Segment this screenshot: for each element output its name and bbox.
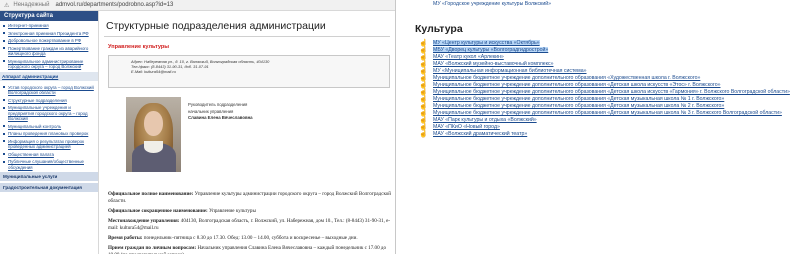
list-item[interactable]: ☝ МАУ «Парк культуры и отдыха «Волжский» — [397, 117, 800, 124]
title-divider — [104, 36, 390, 37]
page-title: Структурные подразделения администрации — [106, 20, 326, 32]
list-item[interactable]: ☝ МАУ «Театр кукол «Арлекин» — [397, 54, 800, 61]
hand-pointer-icon: ☝ — [419, 103, 428, 110]
role-line: Руководитель подразделения — [188, 102, 248, 107]
list-item[interactable]: ☝ МБУ «Дворец культуры «Волгоградгидростр… — [397, 47, 800, 54]
hand-pointer-icon: ☝ — [419, 89, 428, 96]
info-paragraph: Официальное сокращенное наименование: Уп… — [108, 208, 256, 215]
sidebar-section-apparatus[interactable]: Аппарат администрации — [0, 71, 98, 81]
sidebar-item[interactable]: Добровольное пожертвование в РФ — [3, 38, 96, 44]
sidebar-item[interactable]: Планы проведения плановых проверок — [3, 131, 96, 137]
list-item[interactable]: ☝ Муниципальное бюджетное учреждение допо… — [397, 110, 800, 117]
head-name: Славина Елена Вячеславовна — [188, 115, 253, 121]
right-browser-pane: МУ «Городское учреждение культуры Волжск… — [397, 0, 800, 254]
list-item[interactable]: ☝ МУ «Муниципальная информационная библио… — [397, 68, 800, 75]
department-title: Управление культуры — [108, 44, 170, 50]
site-structure-sidebar: Структура сайта Интернет-приемная Электр… — [0, 11, 99, 254]
list-item[interactable]: ☝ МАУ «ПКиО «Новый город» — [397, 124, 800, 131]
left-browser-pane: ⚠ Ненадежный admvol.ru/departments/podro… — [0, 0, 396, 254]
list-item-cut[interactable]: МУ «Городское учреждение культуры Волжск… — [433, 1, 733, 6]
list-item[interactable]: ☝ МУ «Центр культуры и искусства «Октябрь… — [397, 40, 800, 47]
list-item[interactable]: ☝ Муниципальное бюджетное учреждение допо… — [397, 96, 800, 103]
main-content: Структурные подразделения администрации … — [104, 11, 394, 254]
head-photo — [126, 97, 181, 172]
list-item[interactable]: ☝ Муниципальное бюджетное учреждение допо… — [397, 82, 800, 89]
hand-pointer-icon: ☝ — [419, 54, 428, 61]
hand-pointer-icon: ☝ — [419, 47, 428, 54]
sidebar-item[interactable]: Муниципальные учреждения и предприятия г… — [3, 105, 96, 122]
hand-pointer-icon: ☝ — [419, 40, 428, 47]
security-label: Ненадежный — [13, 2, 50, 8]
sidebar-item[interactable]: Муниципальный контроль — [3, 124, 96, 130]
list-item[interactable]: ☝ МАУ «Волжский музейно-выставочный компл… — [397, 61, 800, 68]
contact-box: Адрес: Набережная ул., д. 10, г. Волжски… — [108, 55, 390, 88]
hand-pointer-icon: ☝ — [419, 117, 428, 124]
sidebar-item[interactable]: Структурные подразделения — [3, 98, 96, 104]
hand-pointer-icon: ☝ — [419, 96, 428, 103]
sidebar-list: Интернет-приемная Электронная приемная П… — [0, 21, 98, 70]
list-item[interactable]: ☝ Муниципальное бюджетное учреждение допо… — [397, 103, 800, 110]
url-text[interactable]: admvol.ru/departments/podrobno.asp?id=13 — [55, 2, 173, 8]
department-info: Официальное полное наименование: Управле… — [108, 191, 394, 254]
hand-pointer-icon: ☝ — [419, 110, 428, 117]
hand-pointer-icon: ☝ — [419, 131, 428, 138]
hand-pointer-icon: ☝ — [419, 124, 428, 131]
warning-icon: ⚠ — [4, 2, 10, 9]
sidebar-item[interactable]: Устав городского округа – город Волжский… — [3, 85, 96, 96]
list-item[interactable]: ☝ МАУ «Волжский драматический театр» — [397, 131, 800, 138]
culture-institutions-list: ☝ МУ «Центр культуры и искусства «Октябрь… — [397, 40, 800, 138]
hand-pointer-icon: ☝ — [419, 61, 428, 68]
hand-pointer-icon: ☝ — [419, 82, 428, 89]
list-item[interactable]: ☝ Муниципальное бюджетное учреждение допо… — [397, 75, 800, 82]
sidebar-item[interactable]: Информация о результатах проверок провед… — [3, 139, 96, 150]
sidebar-section-services[interactable]: Муниципальные услуги — [0, 172, 98, 181]
address-bar[interactable]: ⚠ Ненадежный admvol.ru/departments/podro… — [0, 0, 395, 11]
sidebar-item[interactable]: Электронная приемная Президента РФ — [3, 31, 96, 37]
sidebar-item[interactable]: Интернет-приемная — [3, 23, 96, 29]
sidebar-item[interactable]: Пожертвование граждан из аварийного жили… — [3, 46, 96, 57]
info-paragraph: Местонахождение управления: 404130, Волг… — [108, 217, 391, 232]
info-paragraph: Официальное полное наименование: Управле… — [108, 191, 392, 205]
sidebar-list-2: Устав городского округа – город Волжский… — [0, 83, 98, 171]
sidebar-item[interactable]: Публичные слушания/общественные обсужден… — [3, 159, 96, 170]
hand-pointer-icon: ☝ — [419, 75, 428, 82]
info-paragraph: Время работы: понедельник–пятница с 8.30… — [108, 234, 358, 241]
contact-email: E-Mail: kultura54@mail.ru — [131, 69, 176, 74]
info-paragraph: Прием граждан по личным вопросам: Началь… — [108, 244, 387, 254]
sidebar-header: Структура сайта — [0, 11, 98, 21]
sidebar-section-urban-docs[interactable]: Градостроительная документация — [0, 183, 98, 192]
role-line: начальник управления — [188, 108, 234, 114]
head-role: Руководитель подразделения начальник упр… — [188, 102, 253, 122]
list-item[interactable]: ☝ Муниципальное бюджетное учреждение допо… — [397, 89, 800, 96]
culture-heading: Культура — [415, 23, 463, 35]
hand-pointer-icon: ☝ — [419, 68, 428, 75]
sidebar-item[interactable]: Муниципальное администрирование городско… — [3, 59, 96, 70]
sidebar-item[interactable]: Общественная палата — [3, 152, 96, 158]
